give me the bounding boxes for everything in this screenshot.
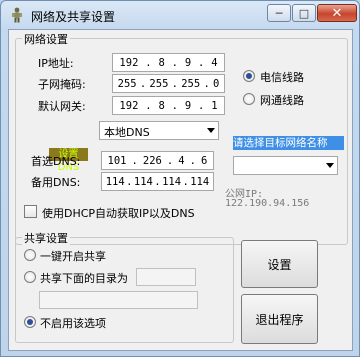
telecom-line-radio[interactable] (243, 70, 255, 82)
target-network-select[interactable] (233, 156, 338, 175)
minimize-icon: ─ (275, 6, 283, 20)
title-bar: 网络及共享设置 ─ □ ✕ (1, 1, 359, 29)
share-settings-group: 共享设置 一键开启共享 共享下面的目录为 不启用该选项 (15, 230, 234, 343)
target-network-hint: 请选择目标网络名称 (233, 136, 344, 150)
share-dir-label: 共享下面的目录为 (40, 272, 128, 285)
secondary-dns-label: 备用DNS: (31, 176, 81, 189)
pdns-octet-3: 4 (178, 154, 185, 167)
ip-address-field[interactable]: 192. 8. 9. 4 (112, 53, 225, 72)
client-area: 网络设置 IP地址: 192. 8. 9. 4 子网掩码: 255. 255. … (8, 29, 353, 351)
window-title: 网络及共享设置 (31, 10, 116, 24)
sdns-octet-4: 114 (190, 175, 210, 188)
close-button[interactable]: ✕ (317, 4, 357, 22)
setup-button[interactable]: 设置 (241, 240, 318, 288)
chevron-down-icon (326, 163, 334, 168)
mask-octet-2: 255 (149, 77, 169, 90)
dns-source-select[interactable]: 本地DNS (99, 121, 219, 140)
one-click-share-radio[interactable] (24, 249, 36, 261)
gw-octet-3: 9 (184, 99, 192, 112)
network-group-title: 网络设置 (22, 31, 70, 47)
share-dir-path-input[interactable] (39, 291, 198, 309)
gw-octet-2: 8 (158, 99, 165, 112)
setup-button-label: 设置 (267, 257, 292, 272)
unicom-line-label: 网通线路 (260, 94, 304, 107)
ip-label: IP地址: (38, 57, 74, 70)
public-ip-value: 122.190.94.156 (225, 198, 310, 209)
mask-octet-1: 255 (117, 77, 137, 90)
minimize-button[interactable]: ─ (267, 4, 291, 22)
maximize-icon: □ (298, 6, 310, 20)
gw-octet-4: 1 (211, 99, 218, 112)
mask-label: 子网掩码: (38, 78, 86, 91)
ip-octet-2: 8 (158, 56, 165, 69)
disable-share-radio[interactable] (24, 316, 36, 328)
primary-dns-field[interactable]: 101. 226. 4. 6 (101, 151, 214, 170)
gateway-label: 默认网关: (38, 100, 86, 113)
gateway-field[interactable]: 192. 8. 9. 1 (112, 96, 225, 115)
ip-octet-3: 9 (184, 56, 192, 69)
share-group-title: 共享设置 (22, 230, 70, 246)
close-icon: ✕ (331, 5, 343, 21)
pdns-octet-2: 226 (142, 154, 162, 167)
exit-button[interactable]: 退出程序 (241, 294, 318, 344)
pdns-octet-4: 6 (201, 154, 208, 167)
disable-share-label: 不启用该选项 (40, 317, 106, 330)
gw-octet-1: 192 (119, 99, 139, 112)
dhcp-checkbox[interactable] (24, 205, 37, 218)
subnet-mask-field[interactable]: 255. 255. 255. 0 (112, 74, 225, 93)
share-dir-radio[interactable] (24, 271, 36, 283)
app-figure-icon (12, 7, 22, 23)
sdns-octet-2: 114 (133, 175, 153, 188)
mask-octet-3: 255 (181, 77, 201, 90)
unicom-line-radio[interactable] (243, 93, 255, 105)
exit-button-label: 退出程序 (255, 312, 304, 327)
sdns-octet-1: 114 (105, 175, 125, 188)
primary-dns-label: 首选DNS: (31, 155, 81, 168)
sdns-octet-3: 114 (162, 175, 182, 188)
telecom-line-label: 电信线路 (260, 71, 304, 84)
share-name-input[interactable] (136, 268, 196, 286)
ip-octet-4: 4 (211, 56, 218, 69)
secondary-dns-field[interactable]: 114. 114. 114. 114 (101, 172, 214, 191)
maximize-button[interactable]: □ (292, 4, 316, 22)
pdns-octet-1: 101 (107, 154, 127, 167)
dhcp-label: 使用DHCP自动获取IP以及DNS (42, 207, 195, 220)
main-window: 网络及共享设置 ─ □ ✕ 网络设置 IP地址: 192. 8. 9. 4 子网… (0, 0, 360, 357)
dns-source-value: 本地DNS (104, 126, 150, 139)
mask-octet-4: 0 (213, 77, 220, 90)
one-click-share-label: 一键开启共享 (40, 250, 106, 263)
ip-octet-1: 192 (119, 56, 139, 69)
chevron-down-icon (207, 128, 215, 133)
